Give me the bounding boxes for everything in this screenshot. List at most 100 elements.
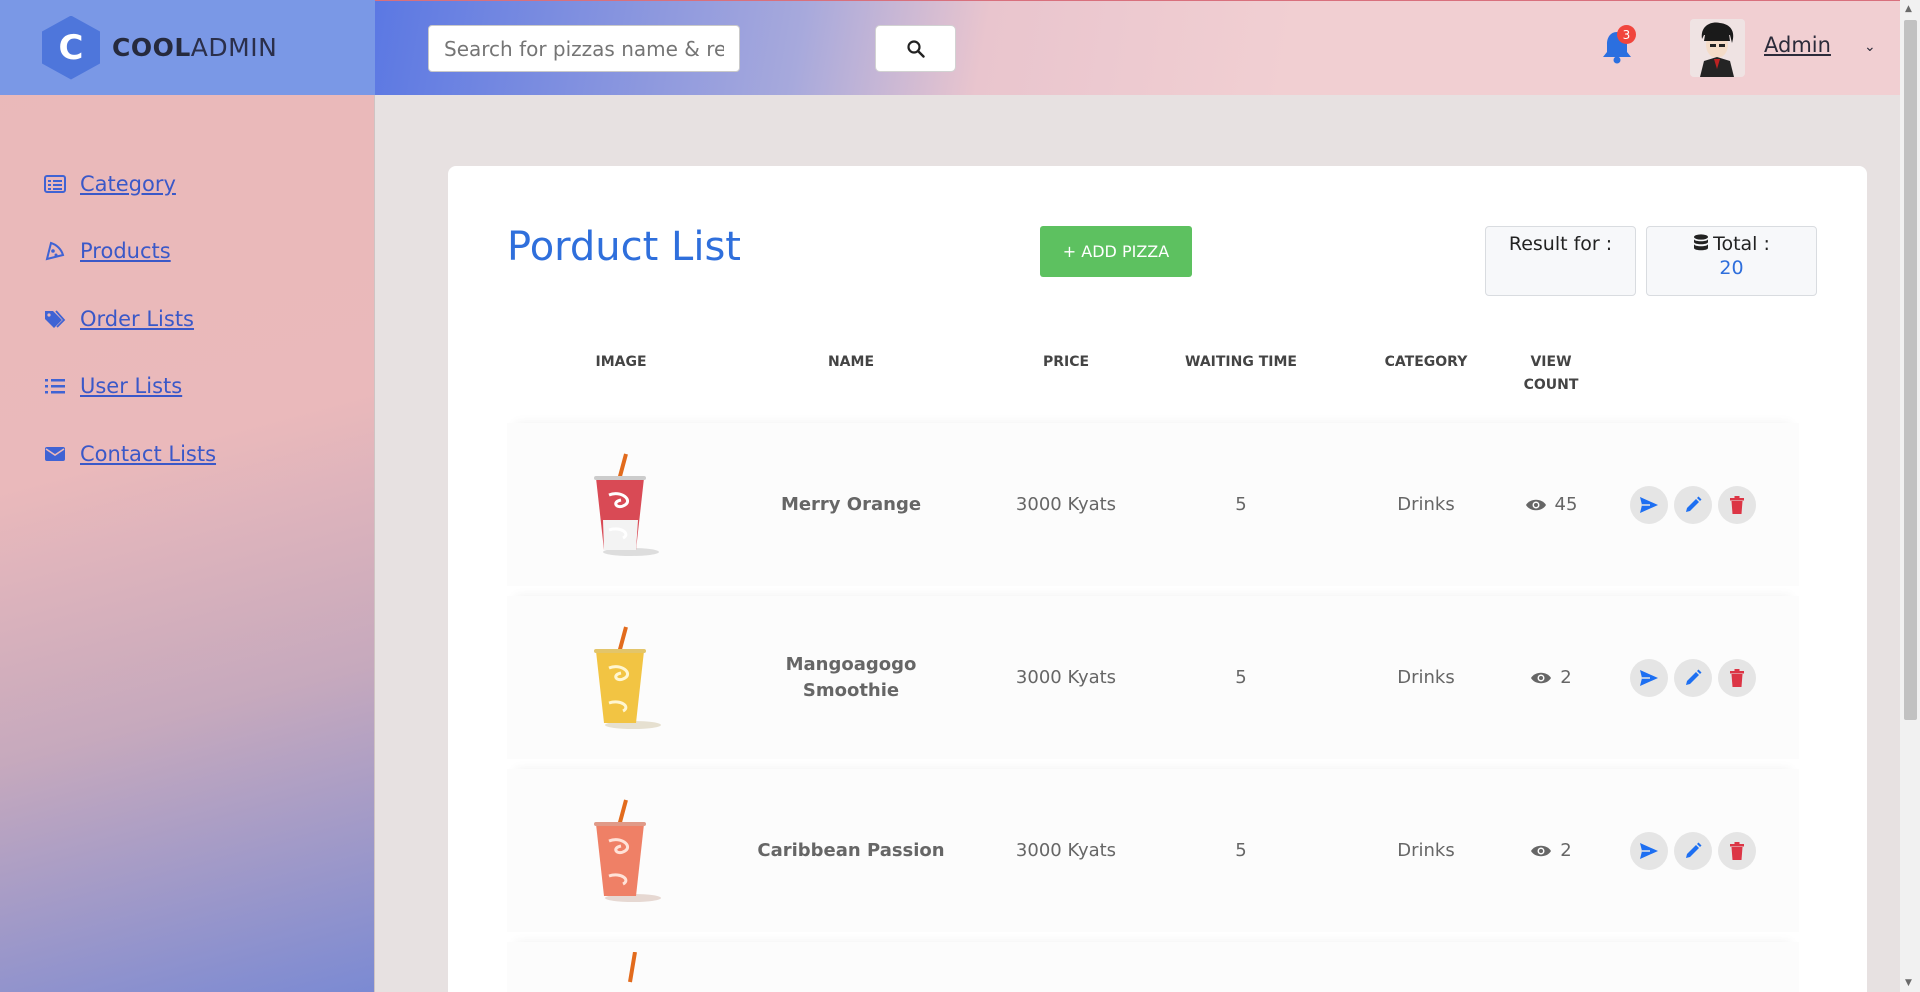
product-price: 3000 Kyats [1015,494,1117,515]
delete-button[interactable] [1718,658,1756,697]
eye-icon [1531,672,1552,683]
trash-icon [1730,841,1744,860]
view-count: 2 [1516,596,1586,759]
sidebar-item-label: User Lists [80,374,183,399]
waiting-time: 5 [1235,667,1247,688]
table-row: Mangoagogo Smoothie 3000 Kyats 5 Drinks … [507,596,1799,759]
view-count: 45 [1516,423,1586,586]
top-header: 3 Admin ⌄ [375,0,1900,95]
column-header-category: CATEGORY [1384,354,1468,370]
sidebar-item-products[interactable]: Products [44,218,216,286]
total-box: Total : 20 [1646,226,1817,296]
product-image [571,769,671,932]
scrollbar-thumb[interactable] [1904,20,1917,720]
send-icon [1640,842,1658,859]
waiting-time: 5 [1235,840,1247,861]
sidebar-item-category[interactable]: Category [44,150,216,218]
avatar[interactable] [1690,19,1745,77]
eye-icon [1531,845,1552,856]
sidebar-item-user-lists[interactable]: User Lists [44,353,216,421]
pencil-icon [1686,669,1702,685]
trash-icon [1730,668,1744,687]
sidebar-item-label: Products [80,239,171,264]
send-icon [1640,669,1658,686]
scroll-up-icon[interactable]: ▲ [1905,4,1912,14]
column-header-price: PRICE [1042,354,1090,370]
envelope-icon [45,446,65,461]
product-name: Merry Orange [780,493,922,515]
product-price: 3000 Kyats [1015,667,1117,688]
send-icon [1640,496,1658,513]
product-name: Mangoagogo Smoothie [785,653,917,701]
product-name: Caribbean Passion [757,839,945,861]
list-ul-icon [45,379,65,394]
column-header-name: NAME [827,354,875,370]
total-label-wrap: Total : [1647,233,1816,255]
trash-icon [1730,495,1744,514]
smoothie-cup-image [594,452,659,556]
view-count-value: 2 [1560,840,1572,861]
tags-icon [45,310,66,328]
result-for-box: Result for : [1485,226,1636,296]
database-icon [1694,234,1709,251]
send-button[interactable] [1630,831,1668,870]
search-button[interactable] [875,25,956,72]
chevron-down-icon[interactable]: ⌄ [1864,39,1876,55]
product-image [571,596,671,759]
brand-name: COOLADMIN [112,33,278,62]
add-pizza-button[interactable]: + ADD PIZZA [1040,226,1192,277]
smoothie-cup-image [594,625,661,729]
list-icon [44,174,66,193]
page-title: Porduct List [507,224,741,270]
send-button[interactable] [1630,485,1668,524]
delete-button[interactable] [1718,485,1756,524]
eye-icon [1525,499,1546,510]
view-count-value: 45 [1554,494,1578,515]
category: Drinks [1397,667,1455,688]
category: Drinks [1397,840,1455,861]
waiting-time: 5 [1235,494,1247,515]
sidebar-item-contact-lists[interactable]: Contact Lists [44,420,216,488]
column-header-waiting-time: WAITING TIME [1185,354,1297,370]
result-for-label: Result for : [1508,233,1613,255]
column-header-image: IMAGE [595,354,647,370]
product-image [571,423,671,586]
search-icon [906,39,925,58]
product-list-card: Porduct List + ADD PIZZA Result for : To… [448,166,1867,992]
view-count-value: 2 [1560,667,1572,688]
notification-badge: 3 [1617,25,1636,44]
table-row [507,942,1799,992]
brand-logo[interactable]: C COOLADMIN [0,0,375,95]
sidebar-item-label: Contact Lists [80,441,217,466]
smoothie-cup-image [594,798,661,902]
total-value: 20 [1719,257,1744,279]
category: Drinks [1397,494,1455,515]
user-menu[interactable]: Admin [1764,33,1831,57]
row-actions [1628,769,1758,932]
edit-button[interactable] [1674,485,1712,524]
smoothie-cup-image [628,952,637,983]
row-actions [1628,423,1758,586]
scroll-down-icon[interactable]: ▼ [1905,978,1912,988]
sidebar-item-order-lists[interactable]: Order Lists [44,285,216,353]
edit-button[interactable] [1674,831,1712,870]
edit-button[interactable] [1674,658,1712,697]
sidebar: C COOLADMIN Category Products Order List… [0,0,375,992]
sidebar-nav: Category Products Order Lists User Lists… [44,150,216,488]
table-row: Caribbean Passion 3000 Kyats 5 Drinks 2 [507,769,1799,932]
delete-button[interactable] [1718,831,1756,870]
sidebar-item-label: Order Lists [80,306,195,331]
sidebar-item-label: Category [80,171,176,196]
logo-icon: C [42,15,100,80]
table-row: Merry Orange 3000 Kyats 5 Drinks 45 [507,423,1799,586]
page-scrollbar[interactable]: ▲ ▼ [1900,0,1920,992]
pencil-icon [1686,496,1702,512]
send-button[interactable] [1630,658,1668,697]
view-count: 2 [1516,769,1586,932]
pencil-icon [1686,842,1702,858]
product-price: 3000 Kyats [1015,840,1117,861]
total-label: Total : [1713,233,1770,255]
search-input[interactable] [428,25,740,72]
column-header-view-count: VIEW COUNT [1523,354,1579,393]
row-actions [1628,596,1758,759]
